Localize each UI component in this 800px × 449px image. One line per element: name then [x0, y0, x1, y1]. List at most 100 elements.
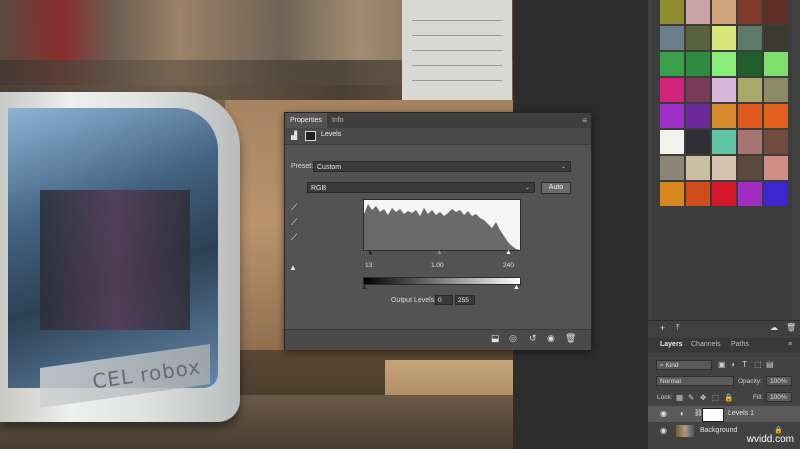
input-levels-slider[interactable]: ▲ ▲ ▲ — [363, 249, 519, 257]
tab-layers[interactable]: Layers — [660, 341, 683, 348]
input-white-value[interactable]: 240 — [503, 262, 514, 269]
trash-icon[interactable]: 🗑 — [786, 323, 796, 332]
color-swatch[interactable] — [764, 156, 788, 180]
color-swatch[interactable] — [712, 104, 736, 128]
trash-icon[interactable]: 🗑 — [565, 333, 576, 344]
tab-info[interactable]: Info — [327, 113, 349, 128]
lock-artboard-icon[interactable]: ⬚ — [712, 393, 719, 402]
layer-thumbnail[interactable] — [676, 425, 694, 437]
blend-mode-select[interactable]: Normal — [656, 376, 734, 386]
import-icon[interactable]: ⤒ — [676, 323, 680, 333]
color-swatch[interactable] — [738, 52, 762, 76]
input-mid-value[interactable]: 1.00 — [431, 262, 444, 269]
visibility-eye-icon[interactable]: ◉ — [547, 333, 555, 344]
auto-button[interactable]: Auto — [541, 182, 571, 194]
panel-menu-icon[interactable]: ≡ — [582, 116, 587, 125]
reset-icon[interactable]: ↺ — [529, 333, 537, 344]
layer-name: Levels 1 — [728, 410, 755, 417]
visibility-eye-icon[interactable]: ◉ — [660, 423, 667, 439]
filter-adjustment-icon[interactable]: ◑ — [730, 360, 735, 369]
clip-to-layer-icon[interactable]: ⬓ — [491, 333, 500, 344]
color-swatch[interactable] — [738, 0, 762, 24]
opacity-label: Opacity: — [738, 378, 762, 385]
black-input-handle[interactable]: ▲ — [367, 249, 374, 256]
color-swatch[interactable] — [712, 130, 736, 154]
filter-type-icon[interactable]: T — [742, 360, 747, 369]
color-swatch[interactable] — [660, 156, 684, 180]
color-swatch[interactable] — [738, 78, 762, 102]
lock-transparency-icon[interactable]: ▦ — [676, 393, 683, 402]
lock-move-icon[interactable]: ✥ — [700, 393, 706, 402]
mask-icon[interactable] — [305, 131, 316, 141]
filter-pixel-icon[interactable]: ▣ — [718, 360, 726, 369]
color-swatch[interactable] — [712, 52, 736, 76]
white-output-handle[interactable]: ▲ — [513, 284, 520, 291]
color-swatch[interactable] — [686, 182, 710, 206]
color-swatch[interactable] — [738, 104, 762, 128]
color-swatch[interactable] — [712, 182, 736, 206]
color-swatch[interactable] — [660, 78, 684, 102]
color-swatch[interactable] — [660, 182, 684, 206]
output-gradient — [363, 277, 521, 285]
properties-footer: ⬓ ◎ ↺ ◉ 🗑 — [285, 329, 591, 350]
color-swatch[interactable] — [764, 0, 788, 24]
lock-brush-icon[interactable]: ✎ — [688, 393, 694, 402]
tab-properties[interactable]: Properties — [285, 113, 327, 128]
filter-smart-icon[interactable]: ▤ — [766, 360, 774, 369]
kind-filter[interactable]: ⌕ Kind — [656, 360, 712, 370]
clipping-warning-icon[interactable]: ▲ — [289, 263, 297, 272]
color-swatch[interactable] — [686, 104, 710, 128]
cloud-icon[interactable]: ☁ — [770, 323, 778, 332]
lock-all-icon[interactable]: 🔒 — [724, 393, 733, 402]
color-swatch[interactable] — [738, 156, 762, 180]
color-swatch[interactable] — [712, 156, 736, 180]
color-swatch[interactable] — [738, 130, 762, 154]
color-swatch[interactable] — [738, 26, 762, 50]
view-previous-icon[interactable]: ◎ — [509, 333, 517, 344]
output-black-field[interactable]: 0 — [435, 295, 453, 305]
color-swatch[interactable] — [660, 52, 684, 76]
color-swatch[interactable] — [764, 104, 788, 128]
color-swatch[interactable] — [738, 182, 762, 206]
color-swatch[interactable] — [712, 78, 736, 102]
tab-paths[interactable]: Paths — [731, 341, 749, 348]
fill-field[interactable]: 100% — [766, 392, 792, 402]
histogram — [363, 199, 521, 251]
filter-shape-icon[interactable]: ⬚ — [754, 360, 762, 369]
input-black-value[interactable]: 13 — [365, 262, 372, 269]
channel-select[interactable]: RGB ⌄ — [307, 182, 535, 193]
new-swatch-icon[interactable]: + — [660, 323, 665, 333]
white-input-handle[interactable]: ▲ — [505, 249, 512, 256]
preset-select[interactable]: Custom ⌄ — [313, 161, 571, 172]
output-white-field[interactable]: 255 — [455, 295, 475, 305]
color-swatch[interactable] — [712, 0, 736, 24]
color-swatch[interactable] — [686, 78, 710, 102]
color-swatch[interactable] — [764, 26, 788, 50]
opacity-field[interactable]: 100% — [766, 376, 792, 386]
color-swatch[interactable] — [764, 130, 788, 154]
gray-input-handle[interactable]: ▲ — [436, 249, 443, 256]
color-swatch[interactable] — [686, 26, 710, 50]
panel-menu-icon[interactable]: ≡ — [788, 341, 792, 348]
color-swatch[interactable] — [686, 130, 710, 154]
color-swatch[interactable] — [686, 0, 710, 24]
visibility-eye-icon[interactable]: ◉ — [660, 406, 667, 422]
color-swatch[interactable] — [764, 52, 788, 76]
white-point-eyedropper-icon[interactable]: ⟋ — [291, 232, 297, 243]
color-swatch[interactable] — [764, 78, 788, 102]
color-swatch[interactable] — [686, 156, 710, 180]
layer-row-levels-1[interactable]: ◉ ◐ ⛓ Levels 1 — [648, 406, 800, 422]
color-swatch[interactable] — [660, 0, 684, 24]
layer-mask-thumbnail[interactable] — [702, 408, 724, 422]
color-swatch[interactable] — [686, 52, 710, 76]
gray-point-eyedropper-icon[interactable]: ⟋ — [291, 217, 297, 228]
tab-channels[interactable]: Channels — [691, 341, 721, 348]
color-swatch[interactable] — [660, 104, 684, 128]
color-swatch[interactable] — [764, 182, 788, 206]
black-output-handle[interactable]: ▲ — [361, 284, 368, 291]
color-swatch[interactable] — [660, 26, 684, 50]
black-point-eyedropper-icon[interactable]: ⟋ — [291, 202, 297, 213]
photo-printer-inside — [40, 190, 190, 330]
color-swatch[interactable] — [660, 130, 684, 154]
color-swatch[interactable] — [712, 26, 736, 50]
